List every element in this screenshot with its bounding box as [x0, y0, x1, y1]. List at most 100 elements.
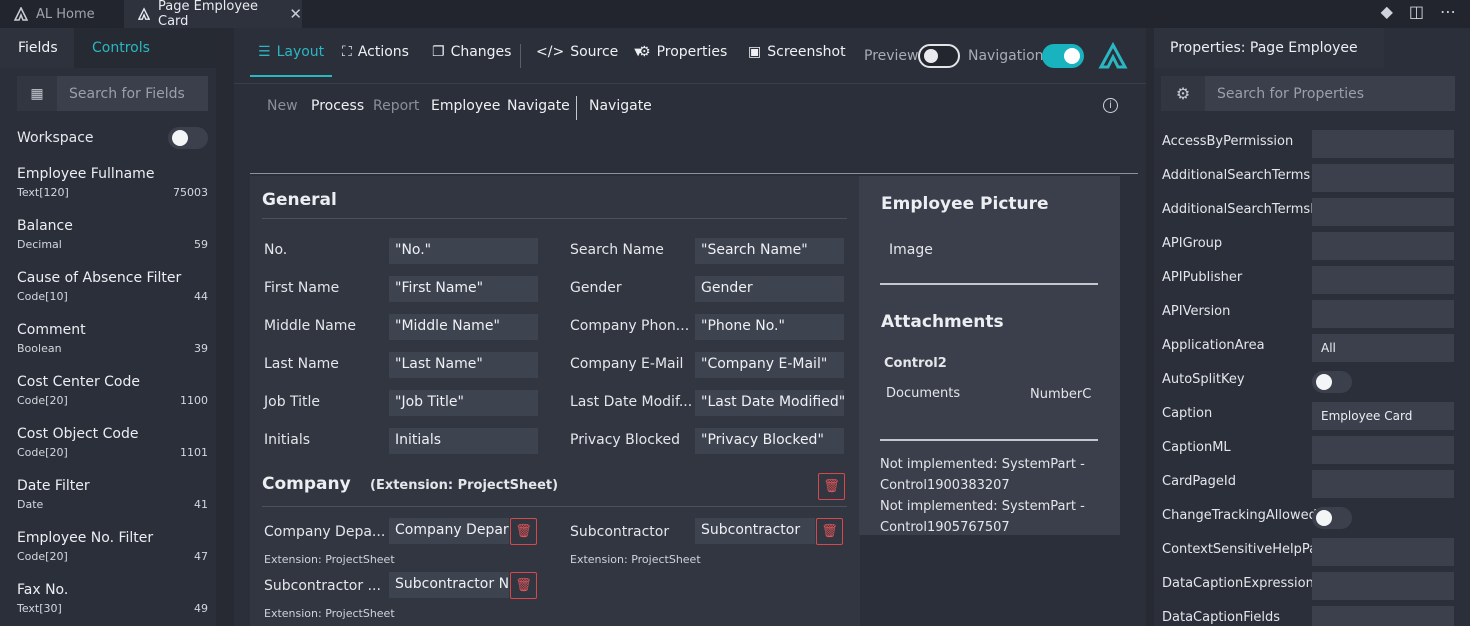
property-value[interactable] — [1312, 606, 1454, 626]
field-value[interactable]: "Job Title" — [389, 390, 538, 416]
property-value[interactable]: All — [1312, 334, 1454, 362]
field-list-item[interactable]: Balance Decimal 59 — [17, 218, 208, 251]
property-value[interactable] — [1312, 198, 1454, 226]
field-name: Comment — [17, 322, 86, 338]
split-editor-icon[interactable]: ◫ — [1409, 2, 1424, 21]
property-name: AccessByPermission — [1162, 134, 1294, 149]
property-row: AccessByPermission — [1162, 130, 1454, 158]
property-value[interactable] — [1312, 232, 1454, 260]
field-value[interactable]: "Last Date Modified" — [695, 390, 844, 416]
field-label: Company E-Mail — [570, 356, 684, 372]
gears-icon: ⚙ — [1161, 76, 1205, 111]
field-value[interactable]: Subcontractor — [695, 518, 815, 544]
property-row: APIPublisher — [1162, 266, 1454, 294]
property-value[interactable] — [1312, 572, 1454, 600]
tab-controls[interactable]: Controls — [74, 28, 168, 68]
field-value[interactable]: "Phone No." — [695, 314, 844, 340]
gears-icon: ⚙ — [638, 44, 651, 60]
number-label: NumberC — [1030, 387, 1092, 402]
field-value[interactable]: "Company E-Mail" — [695, 352, 844, 378]
field-label: Subcontractor ... — [264, 578, 381, 594]
tab-al-home[interactable]: AL Home — [0, 0, 124, 28]
property-row: AdditionalSearchTermsML — [1162, 198, 1454, 226]
attachments-title: Attachments — [881, 312, 1004, 332]
field-value[interactable]: "First Name" — [389, 276, 538, 302]
delete-icon[interactable]: 🗑 — [816, 518, 843, 545]
field-value[interactable]: Company Departm — [389, 518, 509, 544]
field-label: Company Phon... — [570, 318, 690, 334]
tab-fields[interactable]: Fields — [0, 28, 74, 68]
field-value[interactable]: "Middle Name" — [389, 314, 538, 340]
action-report[interactable]: Report — [373, 98, 419, 114]
field-label: First Name — [264, 280, 340, 296]
actions-button[interactable]: ⛶ Actions — [342, 28, 409, 76]
field-type: Boolean — [17, 342, 62, 355]
field-list-item[interactable]: Date Filter Date 41 — [17, 478, 208, 511]
action-navigate-2[interactable]: Navigate — [589, 98, 652, 114]
tab-label: AL Home — [36, 6, 95, 22]
field-value[interactable]: "Privacy Blocked" — [695, 428, 844, 454]
properties-button[interactable]: ⚙ Properties — [638, 28, 727, 76]
employee-picture-title: Employee Picture — [881, 194, 1049, 214]
preview-label: Preview — [864, 48, 919, 64]
field-list-item[interactable]: Cost Center Code Code[20] 1100 — [17, 374, 208, 407]
field-value[interactable]: "Search Name" — [695, 238, 844, 264]
search-fields-input[interactable]: ▦ Search for Fields — [17, 76, 208, 111]
action-new[interactable]: New — [267, 98, 298, 114]
delete-icon[interactable]: 🗑 — [510, 572, 537, 599]
close-icon[interactable]: ✕ — [289, 5, 302, 23]
extension-label: Extension: ProjectSheet — [570, 553, 701, 566]
field-value[interactable]: Gender — [695, 276, 844, 302]
property-value[interactable] — [1312, 538, 1454, 566]
property-value[interactable] — [1312, 470, 1454, 498]
left-splitter[interactable] — [216, 28, 234, 626]
field-list-item[interactable]: Fax No. Text[30] 49 — [17, 582, 208, 615]
field-value[interactable]: "Last Name" — [389, 352, 538, 378]
field-value[interactable]: "No." — [389, 238, 538, 264]
field-list-item[interactable]: Employee No. Filter Code[20] 47 — [17, 530, 208, 563]
field-list-item[interactable]: Cause of Absence Filter Code[10] 44 — [17, 270, 208, 303]
documents-label: Documents — [886, 386, 961, 401]
more-icon[interactable]: ⋯ — [1440, 2, 1456, 21]
field-value[interactable]: Initials — [389, 428, 538, 454]
navigation-toggle[interactable] — [1042, 44, 1084, 68]
action-navigate[interactable]: Navigate — [507, 98, 570, 114]
property-value[interactable] — [1312, 130, 1454, 158]
search-properties-input[interactable]: ⚙ Search for Properties — [1161, 76, 1455, 111]
property-value[interactable] — [1312, 266, 1454, 294]
table-icon: ▦ — [17, 76, 57, 111]
field-type: Code[20] — [17, 550, 68, 563]
field-label: Last Date Modif... — [570, 394, 693, 410]
property-value[interactable] — [1312, 164, 1454, 192]
property-value[interactable] — [1312, 300, 1454, 328]
property-name: APIVersion — [1162, 304, 1231, 319]
properties-tab[interactable]: Properties: Page Employee Card — [1154, 28, 1384, 96]
image-icon: ▣ — [748, 44, 762, 60]
workspace-toggle[interactable] — [168, 127, 208, 149]
screenshot-button[interactable]: ▣ Screenshot — [748, 28, 846, 76]
property-name: APIGroup — [1162, 236, 1223, 251]
source-button[interactable]: </> Source ▼ — [536, 28, 642, 76]
git-compare-icon[interactable]: ◆ — [1381, 2, 1393, 21]
property-value[interactable]: Employee Card — [1312, 402, 1454, 430]
field-label: Gender — [570, 280, 622, 296]
action-process[interactable]: Process — [311, 98, 364, 114]
layout-button[interactable]: ☰ Layout — [249, 28, 333, 77]
property-value[interactable] — [1312, 436, 1454, 464]
info-icon[interactable]: i — [1103, 98, 1118, 113]
field-id: 44 — [194, 290, 208, 303]
property-toggle[interactable] — [1312, 507, 1352, 529]
preview-toggle[interactable] — [918, 44, 960, 68]
delete-icon[interactable]: 🗑 — [818, 473, 845, 500]
list-icon: ☰ — [258, 44, 271, 60]
changes-button[interactable]: ❐ Changes — [432, 28, 511, 76]
property-row: ChangeTrackingAllowed — [1162, 504, 1454, 532]
field-list-item[interactable]: Employee Fullname Text[120] 75003 — [17, 166, 208, 199]
field-list-item[interactable]: Comment Boolean 39 — [17, 322, 208, 355]
tab-page-employee-card[interactable]: Page Employee Card ✕ — [124, 0, 302, 29]
field-list-item[interactable]: Cost Object Code Code[20] 1101 — [17, 426, 208, 459]
delete-icon[interactable]: 🗑 — [510, 518, 537, 545]
action-employee[interactable]: Employee — [431, 98, 500, 114]
field-value[interactable]: Subcontractor No. — [389, 572, 509, 598]
property-toggle[interactable] — [1312, 371, 1352, 393]
